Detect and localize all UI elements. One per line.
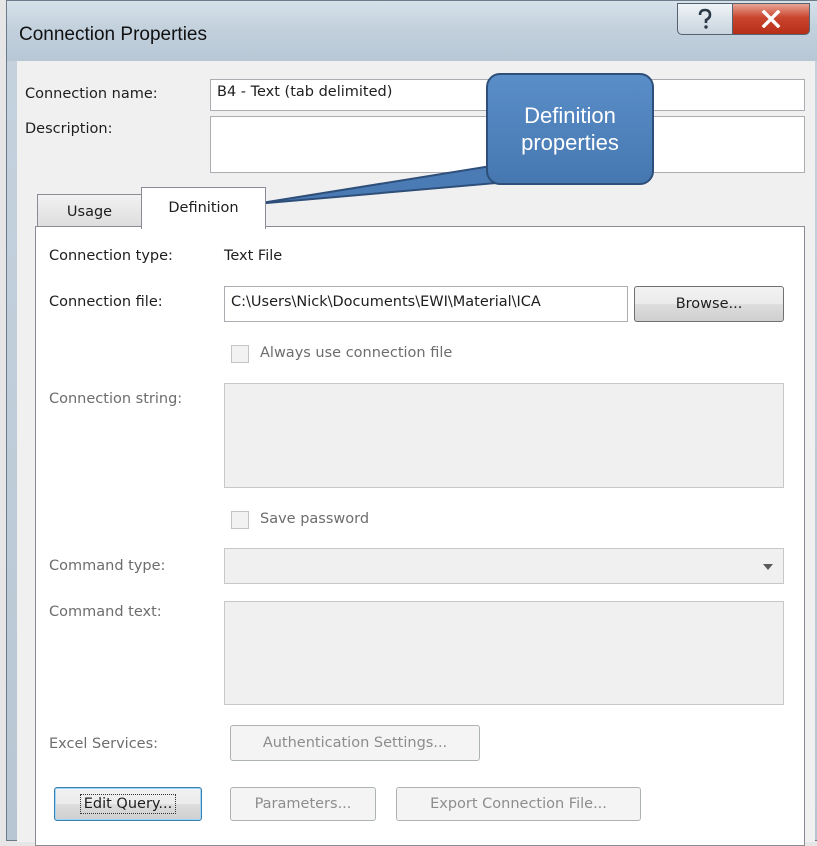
tab-definition[interactable]: Definition <box>141 187 266 229</box>
tab-definition-label: Definition <box>168 200 239 216</box>
definition-properties-callout: Definition properties <box>486 73 654 185</box>
callout-line-2: properties <box>521 130 619 155</box>
callout-pointer <box>254 156 581 205</box>
callout-line-1: Definition <box>524 103 616 128</box>
